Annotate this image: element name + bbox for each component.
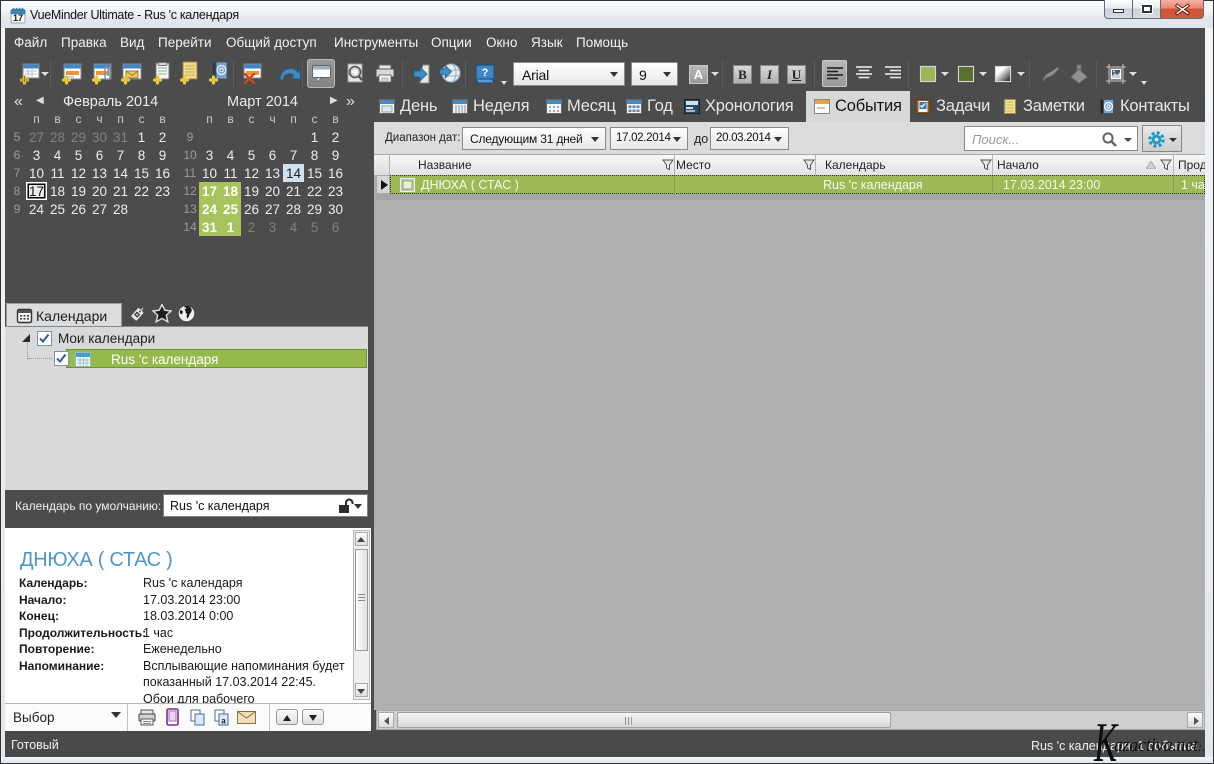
svg-text:a: a xyxy=(221,717,226,726)
svg-text:?: ? xyxy=(482,67,489,79)
svg-text:17: 17 xyxy=(13,13,23,23)
